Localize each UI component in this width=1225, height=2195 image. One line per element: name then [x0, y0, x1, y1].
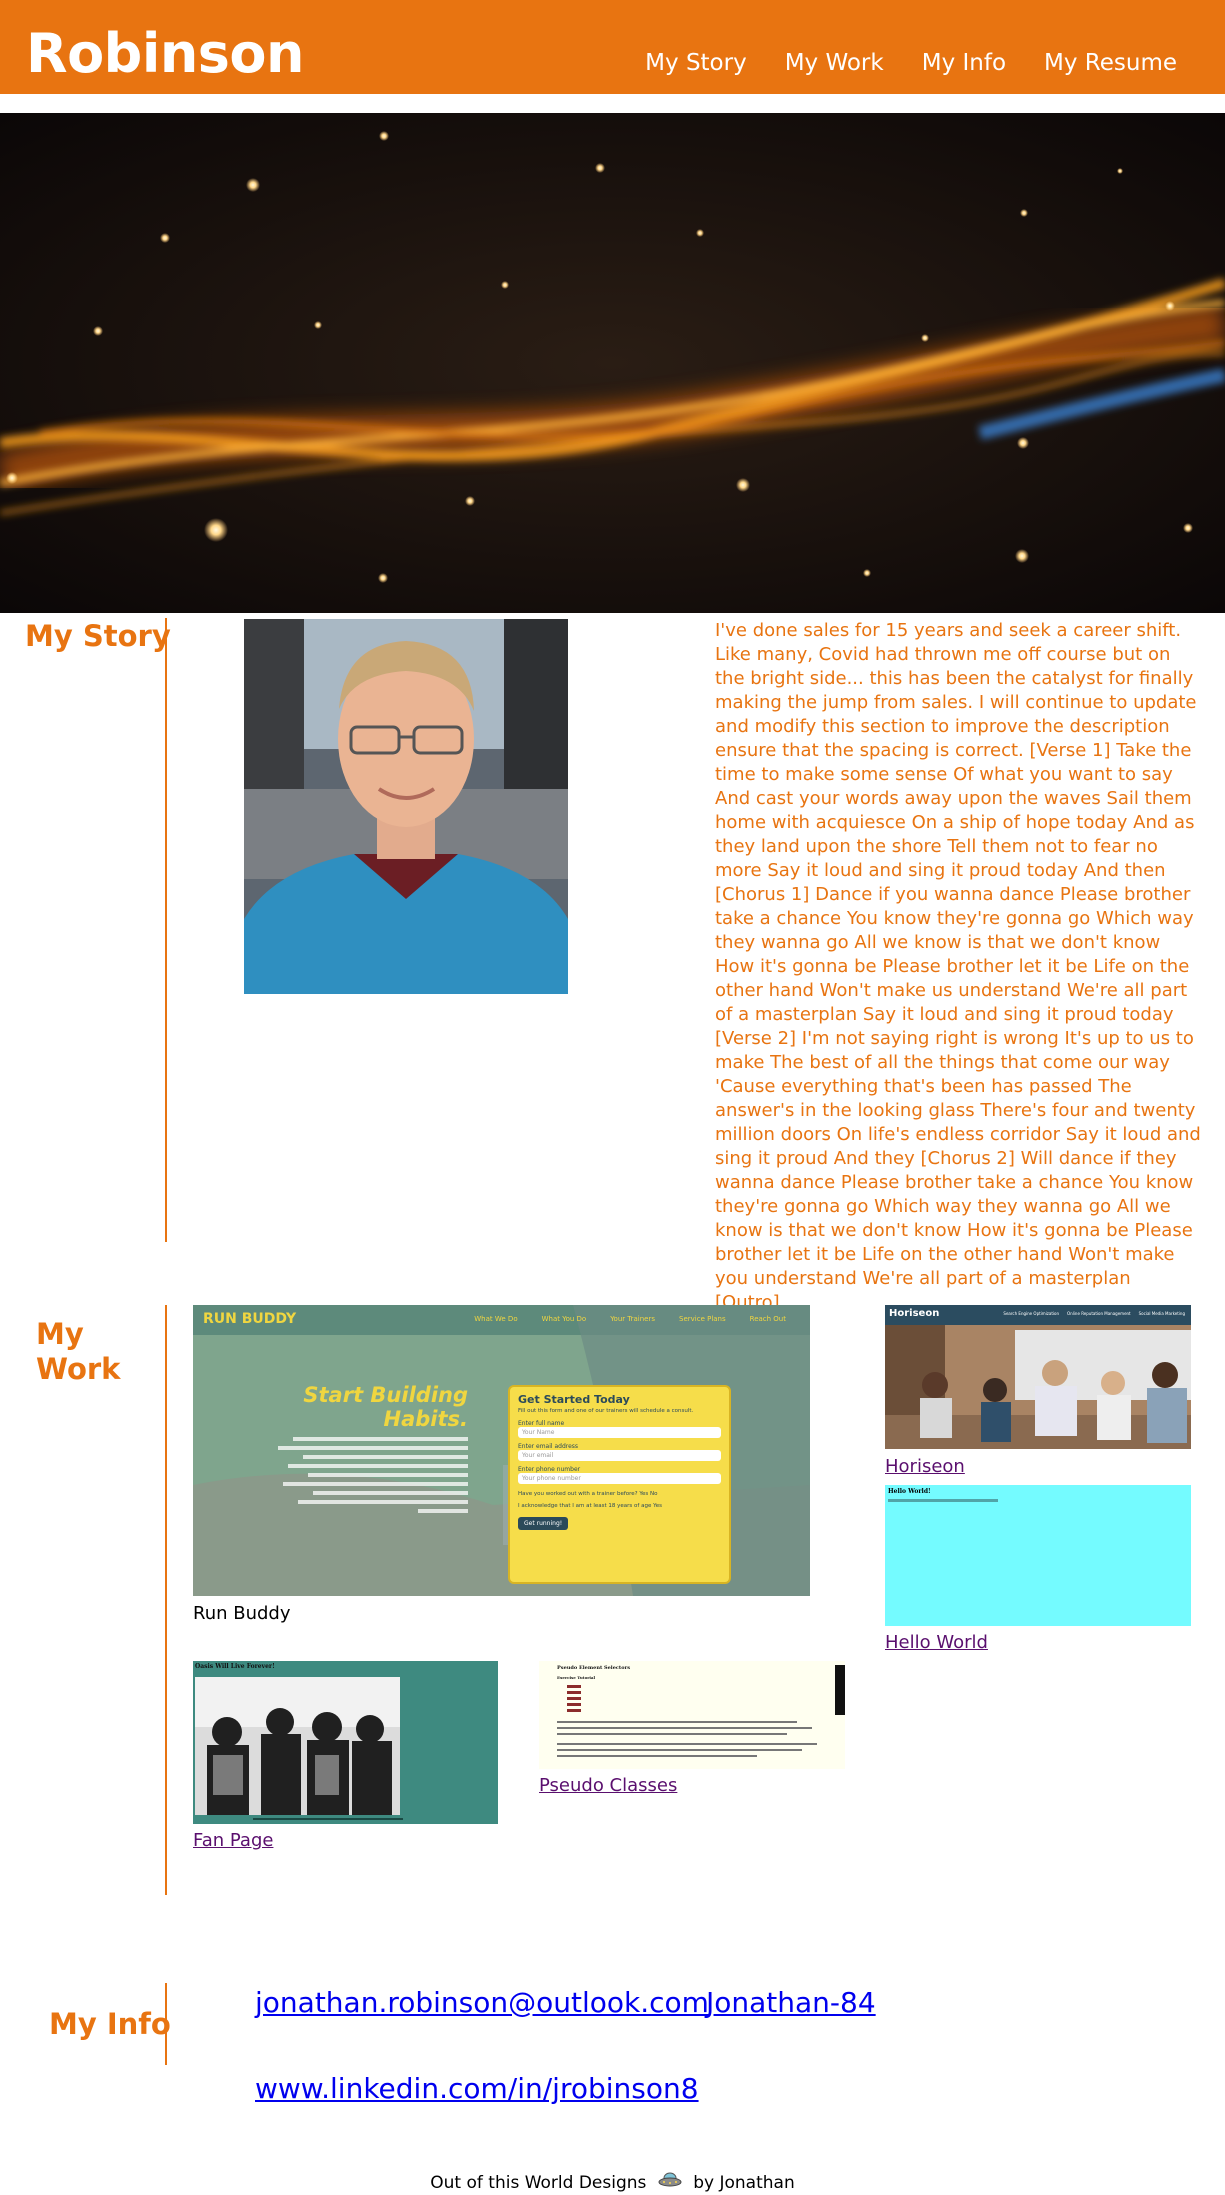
my-story-rule — [165, 618, 167, 1242]
horiseon-nav-item: Online Reputation Management — [1067, 1311, 1131, 1316]
run-buddy-question-text: Have you worked out with a trainer befor… — [518, 1491, 638, 1497]
run-buddy-yes: Yes — [639, 1491, 649, 1497]
horiseon-nav: Search Engine Optimization Online Reputa… — [1003, 1311, 1185, 1316]
hero-space-image — [0, 113, 1225, 613]
run-buddy-nav-item: Service Plans — [679, 1315, 726, 1323]
run-buddy-form-subtitle: Fill out this form and one of our traine… — [518, 1408, 694, 1414]
fan-page-heading: Oasis Will Live Forever! — [195, 1663, 275, 1670]
my-work-rule — [165, 1305, 167, 1895]
my-info-title: My Info — [49, 2007, 171, 2041]
linkedin-link[interactable]: www.linkedin.com/in/jrobinson8 — [255, 2072, 699, 2106]
horiseon-nav-item: Search Engine Optimization — [1003, 1311, 1060, 1316]
run-buddy-phone-input: Your phone number — [518, 1473, 721, 1484]
horiseon-link[interactable]: Horiseon — [885, 1455, 965, 1479]
run-buddy-ack: I acknowledge that I am at least 18 year… — [518, 1503, 721, 1509]
run-buddy-form-card: Get Started Today Fill out this form and… — [508, 1385, 731, 1584]
run-buddy-no: No — [649, 1491, 658, 1497]
fan-page-link[interactable]: Fan Page — [193, 1829, 273, 1853]
run-buddy-name-input: Your Name — [518, 1427, 721, 1438]
fan-page-thumbnail[interactable]: Oasis Will Live Forever! — [193, 1661, 498, 1824]
run-buddy-headline-line1: Start Building — [303, 1383, 468, 1407]
run-buddy-submit-button: Get running! — [518, 1517, 569, 1530]
run-buddy-ack-text: I acknowledge that I am at least 18 year… — [518, 1503, 652, 1509]
nav-my-info[interactable]: My Info — [922, 48, 1006, 78]
run-buddy-question: Have you worked out with a trainer befor… — [518, 1491, 721, 1497]
run-buddy-ack-yes: Yes — [653, 1503, 662, 1509]
main-nav: My Story My Work My Info My Resume — [645, 48, 1177, 78]
run-buddy-field-label: Enter email address — [518, 1443, 579, 1450]
run-buddy-nav: What We Do What You Do Your Trainers Ser… — [474, 1315, 786, 1323]
run-buddy-email-input: Your email — [518, 1450, 721, 1461]
footer-text-before: Out of this World Designs — [430, 2173, 647, 2193]
portrait-photo — [244, 619, 568, 994]
my-story-title: My Story — [25, 619, 171, 653]
hello-world-text-line — [888, 1499, 998, 1502]
my-work-title-line2: Work — [36, 1352, 121, 1386]
email-link[interactable]: jonathan.robinson@outlook.com — [255, 1986, 709, 2020]
my-info-rule — [165, 1983, 167, 2065]
horiseon-logo: Horiseon — [889, 1308, 940, 1319]
nav-my-work[interactable]: My Work — [785, 48, 884, 78]
site-footer: Out of this World Designs by Jonathan — [0, 2171, 1225, 2195]
site-header: Robinson My Story My Work My Info My Res… — [0, 0, 1225, 94]
run-buddy-body-text — [278, 1437, 468, 1517]
run-buddy-headline: Start Building Habits. — [283, 1383, 468, 1431]
brand-title: Robinson — [26, 22, 304, 85]
pseudo-classes-thumbnail[interactable]: Pseudo Element Selectors Exercise Tutori… — [539, 1661, 845, 1769]
pseudo-classes-link[interactable]: Pseudo Classes — [539, 1774, 677, 1798]
hero-banner — [0, 113, 1225, 613]
hello-world-heading: Hello World! — [888, 1488, 931, 1495]
run-buddy-field-label: Enter full name — [518, 1420, 565, 1427]
horiseon-thumbnail[interactable]: Horiseon Search Engine Optimization Onli… — [885, 1305, 1191, 1449]
run-buddy-logo: RUN BUDDY — [203, 1311, 297, 1327]
flying-saucer-icon — [658, 2171, 682, 2195]
run-buddy-label: Run Buddy — [193, 1603, 291, 1624]
hello-world-thumbnail[interactable]: Hello World! — [885, 1485, 1191, 1626]
hello-world-link[interactable]: Hello World — [885, 1631, 988, 1655]
run-buddy-form-title: Get Started Today — [518, 1393, 630, 1406]
run-buddy-field-label: Enter phone number — [518, 1466, 581, 1473]
my-work-title-line1: My — [36, 1317, 84, 1351]
run-buddy-headline-line2: Habits. — [383, 1407, 469, 1431]
github-link[interactable]: Jonathan-84 — [706, 1986, 876, 2020]
run-buddy-nav-item: What We Do — [474, 1315, 518, 1323]
footer-text-after: by Jonathan — [693, 2173, 795, 2193]
fan-page-caption-line — [253, 1818, 403, 1820]
my-work-title: My Work — [36, 1317, 120, 1387]
run-buddy-nav-item: Reach Out — [749, 1315, 786, 1323]
run-buddy-thumbnail[interactable]: RUN BUDDY What We Do What You Do Your Tr… — [193, 1305, 810, 1596]
run-buddy-nav-item: Your Trainers — [610, 1315, 655, 1323]
story-text: I've done sales for 15 years and seek a … — [715, 620, 1201, 1313]
run-buddy-nav-item: What You Do — [541, 1315, 587, 1323]
nav-my-resume[interactable]: My Resume — [1044, 48, 1177, 78]
nav-my-story[interactable]: My Story — [645, 48, 747, 78]
horiseon-nav-item: Social Media Marketing — [1138, 1311, 1185, 1316]
